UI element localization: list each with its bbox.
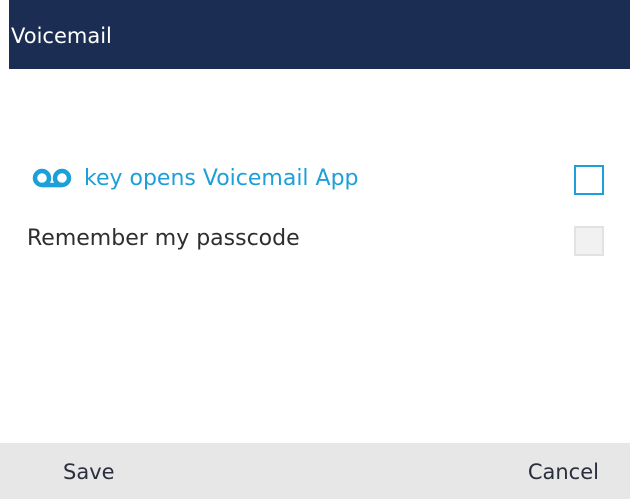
page-title: Voicemail — [11, 24, 112, 48]
remember-passcode-label: Remember my passcode — [27, 226, 300, 251]
voicemail-key-checkbox[interactable] — [574, 165, 604, 195]
voicemail-settings-screen: Voicemail key opens Voicemail App Rememb… — [0, 0, 630, 499]
save-button[interactable]: Save — [63, 443, 115, 499]
remember-passcode-checkbox[interactable] — [574, 226, 604, 256]
voicemail-icon — [32, 168, 72, 188]
softkey-bar: Save Cancel — [0, 443, 630, 499]
voicemail-key-label: key opens Voicemail App — [84, 166, 359, 191]
cancel-button[interactable]: Cancel — [528, 443, 599, 499]
title-bar: Voicemail — [9, 0, 630, 69]
voicemail-key-setting-row[interactable]: key opens Voicemail App — [0, 150, 630, 210]
remember-passcode-setting-row[interactable]: Remember my passcode — [0, 216, 630, 266]
